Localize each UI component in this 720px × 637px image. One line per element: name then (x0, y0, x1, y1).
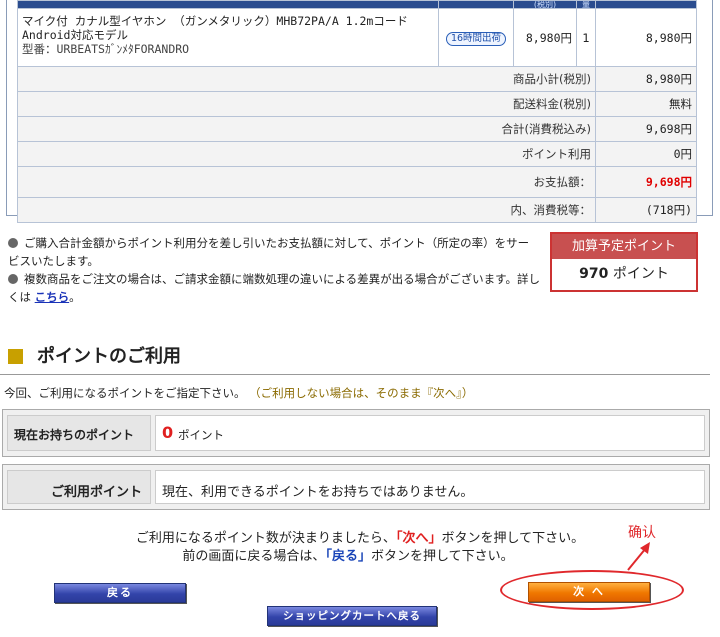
note-1: ご購入合計金額からポイント利用分を差し引いたお支払額に対して、ポイント（所定の率… (8, 236, 530, 268)
guide-line-2: 前の画面に戻る場合は、「戻る」ボタンを押して下さい。 (182, 549, 514, 564)
current-points-unit: ポイント (178, 428, 224, 442)
current-points-row: 現在お持ちのポイント 0 ポイント (2, 409, 710, 457)
earned-points-value: 970 (579, 266, 609, 282)
summary-row: 合計(消費税込み) 9,698円 (17, 116, 697, 142)
use-points-field: 現在、利用できるポイントをお持ちではありません。 (155, 470, 705, 504)
square-icon (8, 349, 23, 364)
table-row: マイク付 カナル型イヤホン （ガンメタリック）MHB72PA/A 1.2mコード… (17, 8, 697, 67)
points-intro: 今回、ご利用になるポイントをご指定下さい。 （ご利用しない場合は、そのまま『次へ… (4, 386, 474, 400)
tax-row: 内、消費税等： (718円) (17, 197, 697, 223)
back-button[interactable]: 戻る (54, 583, 186, 603)
guide-line-1: ご利用になるポイント数が決まりましたら、「次へ」ボタンを押して下さい。 (135, 531, 585, 546)
summary-row: 商品小計(税別) 8,980円 (17, 66, 697, 92)
annotation-ellipse (500, 570, 684, 610)
quantity: 1 (576, 8, 596, 67)
unit-price: 8,980円 (513, 8, 577, 67)
shipping-badge: 16時間出荷 (445, 31, 507, 46)
tax-amount: (718円) (595, 197, 697, 223)
qty-header: 量 (582, 1, 590, 8)
use-points-label: ご利用ポイント (7, 470, 151, 504)
tax-label: 内、消費税等： (17, 197, 596, 223)
earned-points-title: 加算予定ポイント (552, 234, 696, 259)
product-name: マイク付 カナル型イヤホン （ガンメタリック）MHB72PA/A 1.2mコード (22, 14, 408, 28)
annotation-arrow-icon (627, 542, 650, 571)
table-header-row: (税別) 量 (17, 0, 697, 9)
product-subtitle: Android対応モデル (22, 28, 128, 42)
section-title: ポイントのご利用 (8, 342, 181, 368)
product-cell: マイク付 カナル型イヤホン （ガンメタリック）MHB72PA/A 1.2mコード… (17, 8, 439, 67)
bullet-icon (8, 238, 18, 248)
earned-points-box: 加算予定ポイント 970 ポイント (550, 232, 698, 292)
total-label: お支払額： (17, 166, 596, 198)
note-2: 複数商品をご注文の場合は、ご請求金額に端数処理の違いによる差異が出る場合がござい… (8, 272, 540, 304)
order-summary-panel: (税別) 量 マイク付 カナル型イヤホン （ガンメタリック）MHB72PA/A … (6, 0, 713, 223)
details-link[interactable]: こちら (35, 290, 70, 304)
section-divider (0, 374, 710, 375)
summary-row: ポイント利用 0円 (17, 141, 697, 167)
unit-price-header: (税別) (533, 1, 557, 8)
total-amount: 9,698円 (595, 166, 697, 198)
line-amount: 8,980円 (595, 8, 697, 67)
product-model: 型番：URBEATSｶﾞﾝﾒﾀFORANDRO (22, 42, 190, 56)
use-points-message: 現在、利用できるポイントをお持ちではありません。 (162, 485, 474, 500)
current-points-value: 0 (162, 423, 174, 442)
order-table: (税別) 量 マイク付 カナル型イヤホン （ガンメタリック）MHB72PA/A … (17, 0, 697, 223)
summary-row: 配送料金(税別) 無料 (17, 91, 697, 117)
earned-points-unit: ポイント (612, 266, 669, 282)
return-to-cart-button[interactable]: ショッピングカートへ戻る (267, 606, 437, 626)
current-points-label: 現在お持ちのポイント (7, 415, 151, 451)
bullet-icon (8, 274, 18, 284)
use-points-row: ご利用ポイント 現在、利用できるポイントをお持ちではありません。 (2, 464, 710, 510)
current-points-value-box: 0 ポイント (155, 415, 705, 451)
total-row: お支払額： 9,698円 (17, 166, 697, 198)
